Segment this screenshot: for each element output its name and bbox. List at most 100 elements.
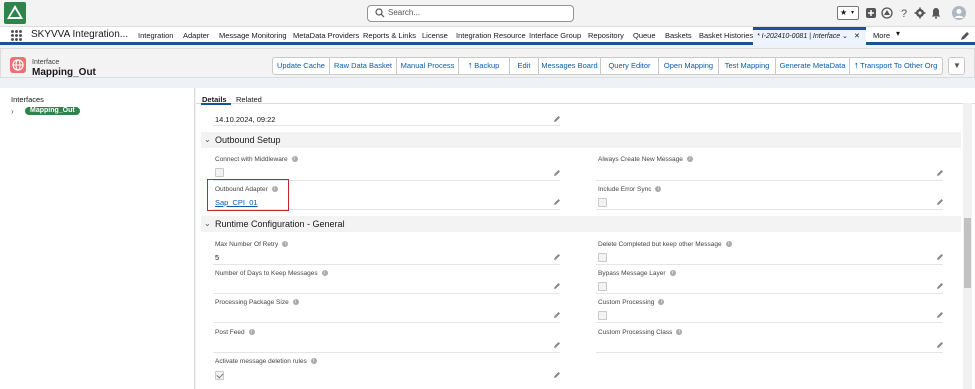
edit-pencil-icon[interactable] — [936, 282, 944, 290]
search-icon — [375, 8, 385, 18]
edit-button[interactable]: Edit — [509, 57, 539, 75]
chevron-right-icon[interactable]: › — [11, 107, 14, 116]
max-retry-value: 5 — [215, 253, 220, 262]
info-icon[interactable]: i — [669, 270, 676, 277]
info-icon[interactable]: i — [282, 241, 289, 248]
global-search-input[interactable]: Search... — [367, 5, 574, 22]
backup-button[interactable]: ⭡ Backup — [458, 57, 510, 75]
nav-item-adapter[interactable]: Adapter — [183, 31, 209, 40]
nav-item-integration-resource[interactable]: Integration Resource — [456, 31, 526, 40]
object-type-label: Interface — [32, 59, 60, 66]
caret-down-icon[interactable]: ▾ — [896, 29, 900, 38]
tree-item-mapping-out[interactable]: Mapping_Out — [25, 107, 80, 115]
nav-more[interactable]: More — [873, 31, 890, 40]
nav-item-interface-group[interactable]: Interface Group — [529, 31, 581, 40]
nav-item-message-monitoring[interactable]: Message Monitoring — [219, 31, 287, 40]
favorites-button[interactable]: ★ ▾ — [837, 6, 859, 20]
info-icon[interactable]: i — [655, 186, 662, 193]
custom-processing-label: Custom Processing i — [598, 299, 665, 306]
nav-item-baskets[interactable]: Baskets — [665, 31, 692, 40]
edit-pencil-icon[interactable] — [553, 115, 561, 123]
edit-pencil-icon[interactable] — [553, 311, 561, 319]
edit-pencil-icon[interactable] — [553, 341, 561, 349]
nav-item-integration[interactable]: Integration — [138, 31, 173, 40]
edit-pencil-icon[interactable] — [553, 282, 561, 290]
info-icon[interactable]: i — [686, 156, 693, 163]
bypass-layer-label: Bypass Message Layer i — [598, 270, 676, 277]
field-divider — [213, 352, 560, 353]
section-outbound-setup[interactable]: ⌄ Outbound Setup — [201, 132, 961, 148]
field-label-text: Include Error Sync — [598, 186, 652, 193]
edit-pencil-icon[interactable] — [936, 253, 944, 261]
generate-metadata-button[interactable]: Generate MetaData — [775, 57, 850, 75]
tab-related[interactable]: Related — [236, 95, 262, 104]
field-label-text: Always Create New Message — [598, 156, 683, 163]
interface-object-icon — [10, 57, 26, 73]
interfaces-tree-panel: Interfaces › Mapping_Out — [0, 88, 195, 389]
edit-pencil-icon[interactable] — [553, 371, 561, 379]
bell-icon[interactable] — [930, 7, 942, 19]
include-error-sync-label: Include Error Sync i — [598, 186, 662, 193]
days-keep-label: Number of Days to Keep Messages i — [215, 270, 328, 277]
edit-pencil-icon[interactable] — [936, 311, 944, 319]
chevron-down-icon[interactable]: ⌄ — [842, 32, 848, 40]
nav-item-reports-links[interactable]: Reports & Links — [363, 31, 416, 40]
update-cache-button[interactable]: Update Cache — [272, 57, 330, 75]
nav-item-basket-histories[interactable]: Basket Histories — [699, 31, 753, 40]
gear-icon[interactable] — [914, 7, 926, 19]
field-divider — [213, 322, 560, 323]
raw-data-basket-button[interactable]: Raw Data Basket — [329, 57, 397, 75]
edit-pencil-icon[interactable] — [936, 169, 944, 177]
info-icon[interactable]: i — [676, 329, 683, 336]
info-icon[interactable]: i — [291, 156, 298, 163]
include-error-sync-checkbox — [598, 198, 607, 207]
more-actions-button[interactable]: ▼ — [948, 57, 965, 75]
connect-middleware-label: Connect with Middleware i — [215, 156, 298, 163]
scrollbar[interactable] — [963, 103, 972, 389]
app-launcher-icon[interactable] — [11, 30, 22, 41]
info-icon[interactable]: i — [725, 241, 732, 248]
field-label-text: Processing Package Size — [215, 299, 289, 306]
nav-item-metadata-providers[interactable]: MetaData Providers — [293, 31, 359, 40]
nav-item-queue[interactable]: Queue — [633, 31, 656, 40]
info-icon[interactable]: i — [248, 329, 255, 336]
test-mapping-button[interactable]: Test Mapping — [718, 57, 776, 75]
add-icon[interactable] — [865, 7, 877, 19]
chevron-down-icon: ⌄ — [204, 135, 211, 144]
highlight-box — [207, 179, 289, 211]
scrollbar-thumb[interactable] — [964, 218, 971, 288]
activate-deletion-label: Activate message deletion rules i — [215, 358, 317, 365]
section-runtime-configuration[interactable]: ⌄ Runtime Configuration - General — [201, 216, 961, 232]
field-label-text: Activate message deletion rules — [215, 358, 307, 365]
nav-item-repository[interactable]: Repository — [588, 31, 624, 40]
edit-pencil-icon[interactable] — [553, 253, 561, 261]
edit-pencil-icon[interactable] — [553, 198, 561, 206]
edit-pencil-icon[interactable] — [936, 341, 944, 349]
field-label-text: Bypass Message Layer — [598, 270, 666, 277]
edit-nav-icon[interactable] — [960, 31, 970, 41]
manual-process-button[interactable]: Manual Process — [396, 57, 459, 75]
transport-to-other-org-button[interactable]: ⭡ Transport To Other Org — [849, 57, 943, 75]
trailhead-icon[interactable] — [881, 7, 893, 19]
info-icon[interactable]: i — [658, 299, 665, 306]
close-icon[interactable]: ✕ — [854, 32, 860, 40]
skyvva-logo[interactable] — [4, 2, 26, 24]
transport-label: Transport To Other Org — [860, 61, 938, 70]
avatar[interactable] — [952, 6, 966, 20]
query-editor-label: Query Editor — [608, 61, 651, 70]
info-icon[interactable]: i — [321, 270, 328, 277]
chevron-down-icon: ▾ — [851, 10, 855, 16]
field-divider — [596, 180, 943, 181]
app-name: SKYVVA Integration... — [31, 29, 129, 40]
info-icon[interactable]: i — [292, 299, 299, 306]
edit-pencil-icon[interactable] — [936, 198, 944, 206]
open-mapping-button[interactable]: Open Mapping — [658, 57, 719, 75]
field-divider — [596, 209, 943, 210]
edit-pencil-icon[interactable] — [553, 169, 561, 177]
info-icon[interactable]: i — [310, 358, 317, 365]
help-icon[interactable]: ? — [898, 7, 910, 19]
query-editor-button[interactable]: Query Editor — [600, 57, 659, 75]
tab-interface-record[interactable]: * I-202410-0081 | Interface ⌄ ✕ — [753, 27, 866, 45]
messages-board-button[interactable]: Messages Board — [538, 57, 601, 75]
nav-item-license[interactable]: License — [422, 31, 448, 40]
